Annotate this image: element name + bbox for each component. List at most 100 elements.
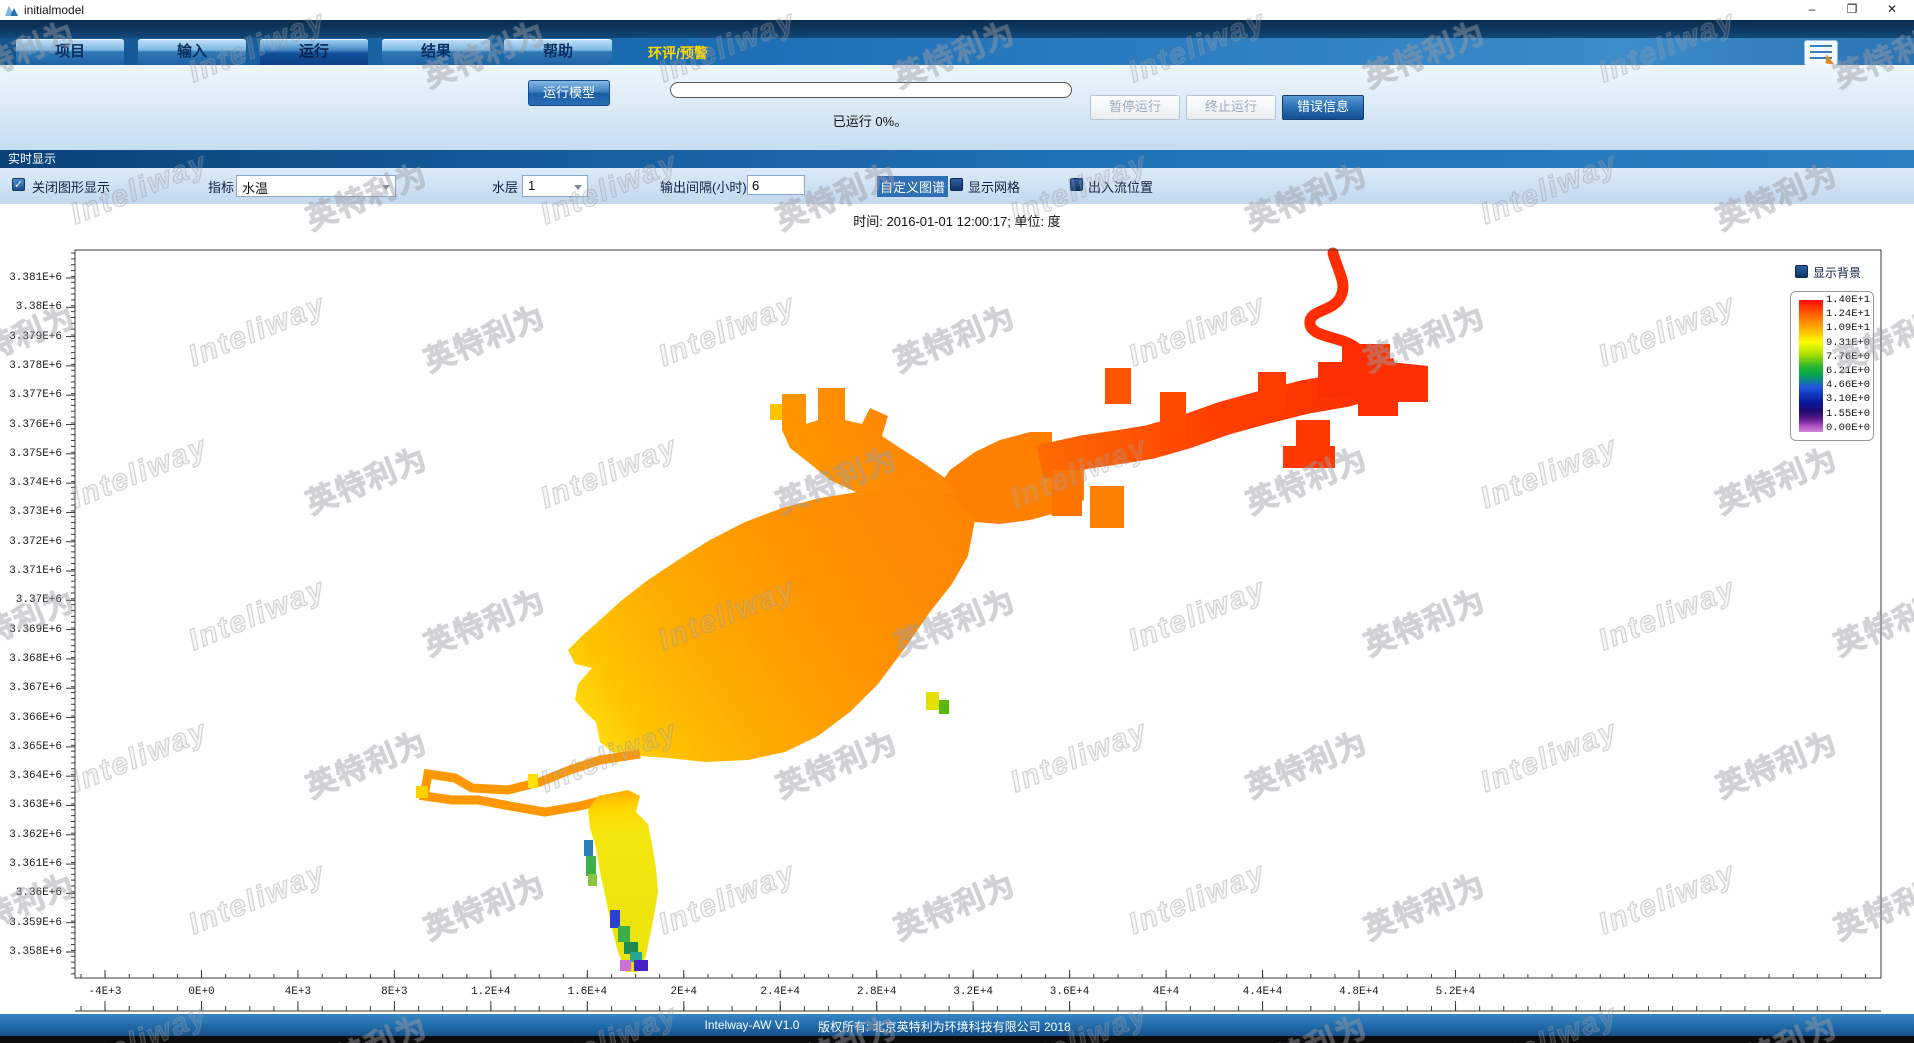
water-temperature-field — [416, 253, 1428, 972]
y-axis-tick-label: 3.376E+6 — [2, 419, 62, 431]
watermark-text: Inteliway — [1594, 288, 1741, 374]
watermark-text: 英特利为 — [298, 434, 433, 523]
watermark-text: 英特利为 — [768, 718, 903, 807]
y-axis-tick-label: 3.36E+6 — [2, 887, 62, 899]
watermark-text: Inteliway — [536, 430, 683, 516]
watermark-text: 英特利为 — [886, 860, 1021, 949]
tab-env-warning[interactable]: 环评/预警 — [648, 43, 708, 63]
close-button[interactable]: ✕ — [1872, 0, 1912, 20]
x-axis-tick-label: 1.6E+4 — [547, 986, 627, 998]
legend-value-label: 9.31E+0 — [1826, 337, 1870, 349]
y-axis-tick-label: 3.366E+6 — [2, 712, 62, 724]
window-title: initialmodel — [24, 3, 84, 17]
indicator-select[interactable]: 水温 — [236, 175, 396, 197]
y-axis-tick-label: 3.37E+6 — [2, 594, 62, 606]
watermark-text: Inteliway — [536, 714, 683, 800]
chart-time-label: 时间: 2016-01-01 12:00:17; 单位: 度 — [0, 211, 1914, 230]
legend-value-label: 1.09E+1 — [1826, 322, 1870, 334]
maximize-button[interactable]: ❐ — [1832, 0, 1872, 20]
x-axis-tick-label: 4.8E+4 — [1319, 986, 1399, 998]
ribbon-top-strip — [0, 20, 1914, 38]
show-background-checkbox[interactable] — [1795, 265, 1808, 278]
copyright-text: 版权所有: 北京英特利为环境科技有限公司 2018 — [818, 1018, 1071, 1035]
custom-palette-button[interactable]: 自定义图谱 — [877, 176, 948, 197]
progress-bar — [670, 82, 1072, 98]
watermark-text: Inteliway — [1124, 288, 1271, 374]
watermark-text: Inteliway — [1476, 714, 1623, 800]
x-axis-tick-label: 8E+3 — [354, 986, 434, 998]
legend-value-label: 1.24E+1 — [1826, 308, 1870, 320]
watermark-text: 英特利为 — [1238, 434, 1373, 523]
legend-value-label: 7.76E+0 — [1826, 351, 1870, 363]
legend-value-label: 4.66E+0 — [1826, 379, 1870, 391]
interval-label: 输出间隔(小时) — [660, 177, 747, 196]
flow-positions-checkbox[interactable] — [1070, 178, 1083, 191]
run-toolbar: 运行模型 已运行 0%。 暂停运行 终止运行 错误信息 — [0, 65, 1914, 150]
run-status-text: 已运行 0%。 — [670, 111, 1070, 130]
error-info-button[interactable]: 错误信息 — [1282, 95, 1364, 120]
watermark-text: 英特利为 — [0, 860, 82, 949]
flow-positions-label: 出入流位置 — [1088, 177, 1153, 196]
x-axis-tick-label: 0E+0 — [161, 986, 241, 998]
watermark-text: Inteliway — [1124, 856, 1271, 942]
tab-help[interactable]: 帮助 — [504, 39, 612, 65]
pause-run-button[interactable]: 暂停运行 — [1090, 95, 1180, 120]
watermark-text: 英特利为 — [416, 292, 551, 381]
x-axis-tick-label: 2.8E+4 — [837, 986, 917, 998]
watermark-text: Inteliway — [654, 572, 801, 658]
y-axis-tick-label: 3.362E+6 — [2, 829, 62, 841]
y-axis-tick-label: 3.359E+6 — [2, 917, 62, 929]
watermark-text: 英特利为 — [416, 576, 551, 665]
watermark-text: 英特利为 — [1708, 434, 1843, 523]
watermark-text: Inteliway — [184, 856, 331, 942]
x-axis-tick-label: 3.2E+4 — [933, 986, 1013, 998]
close-graph-checkbox[interactable] — [12, 178, 25, 191]
watermark-text: 英特利为 — [1708, 718, 1843, 807]
tab-project[interactable]: 项目 — [16, 39, 124, 65]
watermark-text: Inteliway — [1006, 430, 1153, 516]
x-axis-tick-label: -4E+3 — [65, 986, 145, 998]
y-axis-tick-label: 3.361E+6 — [2, 858, 62, 870]
watermark-text: 英特利为 — [1356, 576, 1491, 665]
window-bottom-edge — [0, 1036, 1914, 1043]
minimize-button[interactable]: – — [1792, 0, 1832, 20]
y-axis-tick-label: 3.372E+6 — [2, 536, 62, 548]
chevron-down-icon — [574, 185, 582, 190]
show-grid-checkbox[interactable] — [950, 178, 963, 191]
y-axis-tick-label: 3.363E+6 — [2, 799, 62, 811]
interval-input[interactable] — [747, 175, 805, 195]
y-axis-tick-label: 3.364E+6 — [2, 770, 62, 782]
watermark-text: 英特利为 — [416, 860, 551, 949]
chevron-down-icon — [382, 185, 390, 190]
y-axis-tick-label: 3.38E+6 — [2, 301, 62, 313]
watermark-text: Inteliway — [184, 288, 331, 374]
watermark-text: 英特利为 — [1826, 576, 1914, 665]
run-model-button[interactable]: 运行模型 — [528, 80, 610, 106]
report-icon[interactable] — [1804, 40, 1838, 66]
watermark-text: 英特利为 — [1356, 860, 1491, 949]
watermark-text: 英特利为 — [768, 434, 903, 523]
tab-run[interactable]: 运行 — [260, 39, 368, 65]
title-bar: initialmodel – ❐ ✕ — [0, 0, 1914, 20]
watermark-text: 英特利为 — [0, 576, 82, 665]
y-axis-tick-label: 3.368E+6 — [2, 653, 62, 665]
close-graph-label: 关闭图形显示 — [32, 177, 110, 196]
x-axis-tick-label: 1.2E+4 — [451, 986, 531, 998]
legend-value-label: 3.10E+0 — [1826, 393, 1870, 405]
realtime-section-header: 实时显示 — [0, 150, 1914, 168]
stop-run-button[interactable]: 终止运行 — [1186, 95, 1276, 120]
colorbar-gradient — [1799, 300, 1823, 432]
y-axis-tick-label: 3.377E+6 — [2, 389, 62, 401]
watermark-text: 英特利为 — [1826, 860, 1914, 949]
watermark-text: Inteliway — [1124, 572, 1271, 658]
app-icon — [4, 3, 19, 17]
watermark-text: Inteliway — [184, 572, 331, 658]
y-axis-tick-label: 3.367E+6 — [2, 682, 62, 694]
tab-input[interactable]: 输入 — [138, 39, 246, 65]
watermark-text: 英特利为 — [886, 292, 1021, 381]
y-axis-tick-label: 3.375E+6 — [2, 448, 62, 460]
layer-select[interactable]: 1 — [522, 175, 588, 197]
show-background-label: 显示背景 — [1813, 264, 1861, 281]
tab-results[interactable]: 结果 — [382, 39, 490, 65]
app-version-text: Intelway-AW V1.0 — [672, 1018, 832, 1032]
